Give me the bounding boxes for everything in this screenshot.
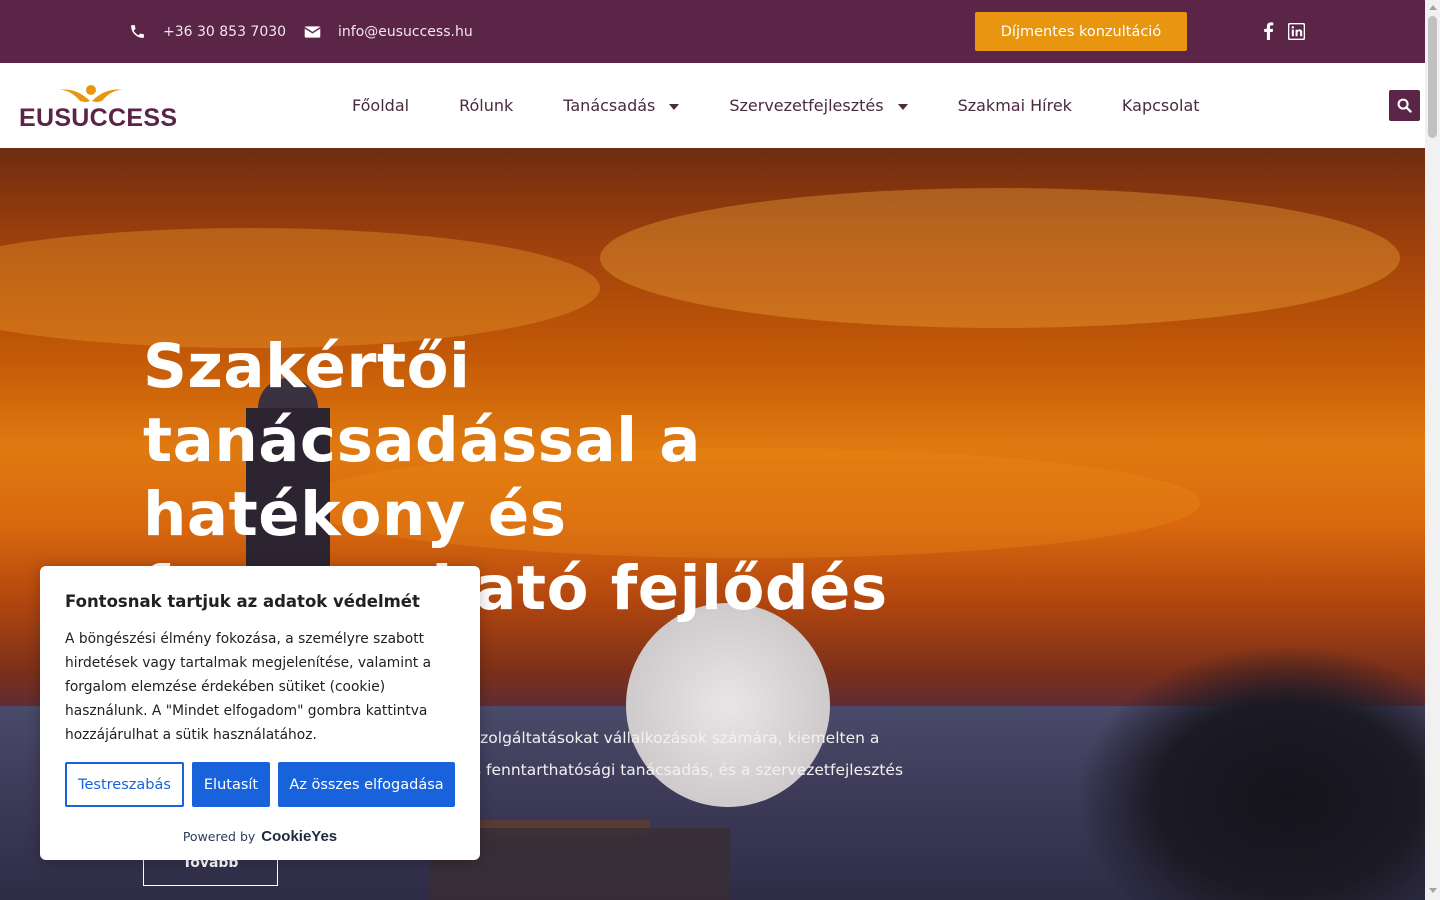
scroll-down-arrow-icon[interactable]: [1429, 888, 1437, 893]
cookieyes-logo: CookieYes: [261, 828, 338, 845]
nav-item-org-development[interactable]: Szervezetfejlesztés: [729, 96, 908, 115]
cookie-title: Fontosnak tartjuk az adatok védelmét: [65, 592, 420, 611]
scroll-up-arrow-icon[interactable]: [1429, 5, 1437, 10]
nav-item-news[interactable]: Szakmai Hírek: [958, 96, 1072, 115]
facebook-icon[interactable]: [1259, 22, 1277, 40]
cookie-customize-button[interactable]: Testreszabás: [65, 762, 184, 807]
free-consultation-button[interactable]: Díjmentes konzultáció: [975, 12, 1187, 51]
cookie-accept-all-button[interactable]: Az összes elfogadása: [278, 762, 455, 807]
powered-by[interactable]: Powered by CookieYes: [40, 828, 480, 845]
nav-label: Szakmai Hírek: [957, 96, 1072, 115]
site-header: EUSUCCESS Főoldal Rólunk Tanácsadás Szer…: [0, 63, 1425, 148]
search-button[interactable]: [1389, 90, 1420, 121]
chevron-down-icon: [897, 103, 908, 110]
phone-icon: [128, 23, 146, 41]
scroll-thumb[interactable]: [1428, 16, 1437, 138]
envelope-icon: [303, 23, 321, 41]
nav-item-about[interactable]: Rólunk: [459, 96, 513, 115]
nav-label: Tanácsadás: [563, 96, 656, 115]
powered-by-label: Powered by: [182, 829, 256, 844]
palm-trees-silhouette: [1080, 648, 1425, 900]
chevron-down-icon: [669, 103, 680, 110]
phone-contact[interactable]: +36 30 853 7030: [128, 0, 286, 63]
phone-number: +36 30 853 7030: [163, 23, 287, 40]
linkedin-icon[interactable]: [1287, 22, 1305, 40]
top-bar: +36 30 853 7030 info@eusuccess.hu Díjmen…: [0, 0, 1425, 63]
search-icon: [1397, 98, 1412, 113]
nav-item-consulting[interactable]: Tanácsadás: [563, 96, 680, 115]
hero-cloud: [600, 188, 1400, 328]
email-contact[interactable]: info@eusuccess.hu: [303, 0, 473, 63]
logo-text: EUSUCCESS: [19, 104, 178, 132]
cookie-reject-button[interactable]: Elutasít: [192, 762, 270, 807]
nav-label: Szervezetfejlesztés: [729, 96, 884, 115]
email-address: info@eusuccess.hu: [338, 23, 473, 40]
main-nav: Főoldal Rólunk Tanácsadás Szervezetfejle…: [352, 63, 1200, 148]
cookie-consent-banner: Fontosnak tartjuk az adatok védelmét A b…: [40, 566, 480, 860]
nav-label: Kapcsolat: [1121, 96, 1200, 115]
logo[interactable]: EUSUCCESS: [18, 81, 177, 133]
nav-label: Rólunk: [459, 96, 514, 115]
cookie-description: A böngészési élmény fokozása, a személyr…: [65, 631, 432, 743]
nav-label: Főoldal: [352, 96, 410, 115]
nav-item-contact[interactable]: Kapcsolat: [1122, 96, 1200, 115]
nav-item-home[interactable]: Főoldal: [352, 96, 409, 115]
page-scrollbar[interactable]: [1425, 0, 1440, 900]
